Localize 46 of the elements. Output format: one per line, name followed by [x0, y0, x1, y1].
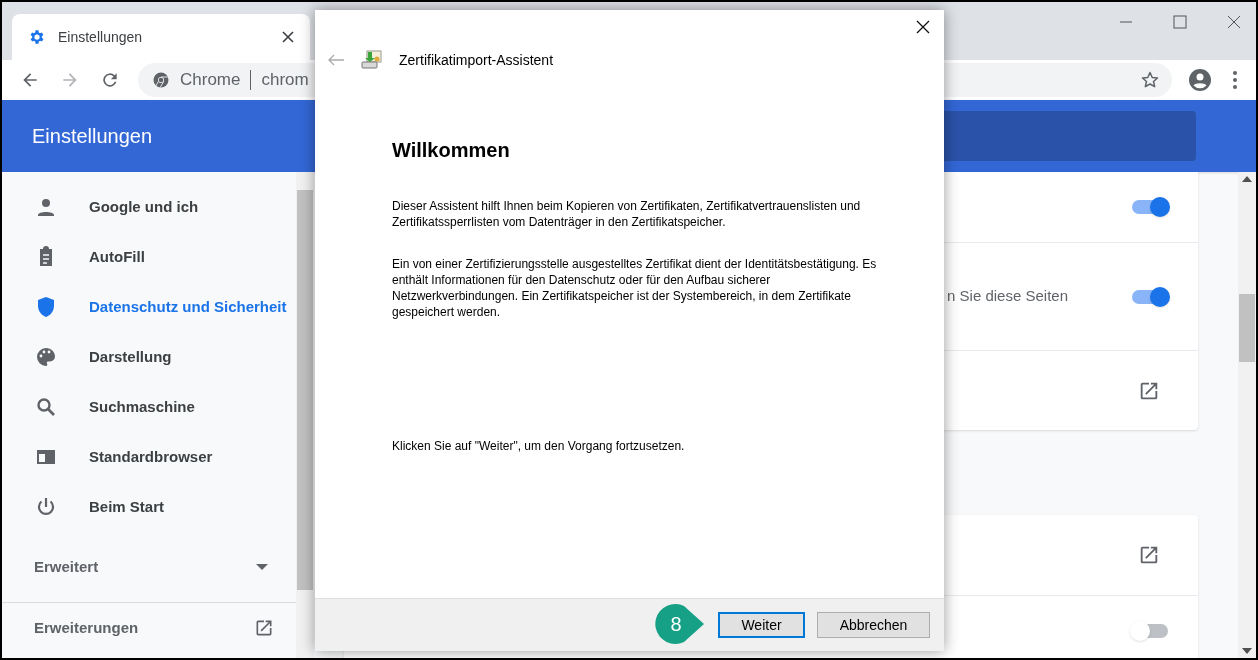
scroll-up-arrow-icon[interactable] — [1242, 176, 1252, 182]
caret-down-icon — [256, 564, 268, 570]
scroll-down-arrow-icon[interactable] — [1242, 648, 1252, 654]
dialog-title: Zertifikatimport-Assistent — [399, 50, 554, 70]
dialog-instruction: Klicken Sie auf "Weiter", um den Vorgang fortzusetzen. — [392, 438, 686, 454]
external-link-icon[interactable] — [1138, 544, 1160, 566]
header-title: Einstellungen — [32, 124, 153, 149]
dialog-button[interactable]: Weiter — [718, 612, 805, 638]
tab-title: Einstellungen — [58, 27, 144, 47]
scrollbar[interactable] — [1238, 172, 1256, 658]
more-menu-icon[interactable] — [1232, 70, 1238, 90]
scrollbar-thumb[interactable] — [1239, 293, 1255, 362]
dialog-paragraph: Ein von einer Zertifizierungsstelle ausgestelltes Zertifikat dient der Identitätsbestätigung. Es enthält Informationen für den Datenschutz oder für den Aufbau sicherer Netzwerkverbindungen. Ein Zertifikatspeicher ist der Systembereich, in dem Zertifikate gespeichert werden. — [392, 256, 878, 320]
sidebar-item[interactable]: Suchmaschine — [2, 382, 296, 432]
site-label: Chrome — [180, 69, 241, 92]
star-icon[interactable] — [1140, 70, 1160, 90]
advanced-section-toggle[interactable]: Erweitert — [2, 542, 296, 592]
sidebar-item[interactable]: Beim Start — [2, 482, 296, 532]
back-arrow-icon — [327, 54, 345, 66]
palette-icon — [34, 345, 58, 369]
toggle-switch[interactable] — [1132, 200, 1168, 214]
url-text: chrom — [261, 69, 310, 92]
close-icon[interactable] — [282, 31, 294, 43]
certificate-import-icon — [361, 50, 383, 70]
setting-description: n Sie diese Seiten — [947, 286, 1068, 307]
close-icon[interactable] — [916, 20, 930, 34]
browser-tab[interactable]: Einstellungen — [12, 14, 310, 60]
sidebar-item[interactable]: Datenschutz und Sicherheit — [2, 282, 296, 332]
toggle-switch[interactable] — [1132, 623, 1168, 638]
external-link-icon — [254, 618, 274, 638]
dialog-heading: Willkommen — [392, 142, 511, 158]
sidebar-item[interactable]: AutoFill — [2, 232, 296, 282]
gear-icon — [28, 28, 46, 46]
chrome-logo-icon — [152, 71, 170, 89]
dialog-paragraph: Dieser Assistent hilft Ihnen beim Kopieren von Zertifikaten, Zertifikatvertrauenslisten und Zertifikatssperrlisten vom Datenträger in den Zertifikatspeicher. — [392, 198, 862, 230]
scrollbar[interactable] — [296, 172, 314, 658]
sidebar-item[interactable]: Darstellung — [2, 332, 296, 382]
dialog-button[interactable]: Abbrechen — [817, 612, 930, 638]
account-avatar-icon[interactable] — [1188, 68, 1212, 92]
step-badge: 8 — [652, 602, 704, 646]
extensions-link[interactable]: Erweiterungen — [2, 603, 296, 653]
reload-icon[interactable] — [100, 70, 120, 90]
toggle-switch[interactable] — [1132, 289, 1168, 304]
sidebar-item[interactable]: Standardbrowser — [2, 432, 296, 482]
sidebar-item[interactable]: Google und ich — [2, 182, 296, 232]
scrollbar-thumb[interactable] — [297, 190, 313, 590]
